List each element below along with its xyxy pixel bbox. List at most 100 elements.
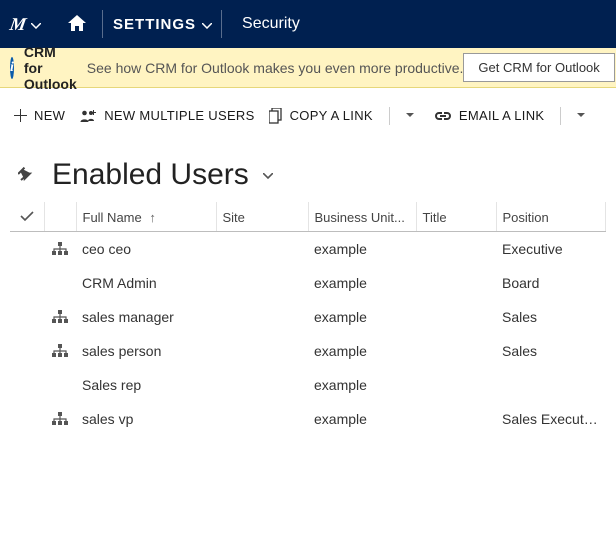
hierarchy-icon bbox=[50, 242, 70, 256]
page-title-row: Enabled Users bbox=[0, 144, 616, 202]
users-plus-icon bbox=[79, 109, 97, 123]
hierarchy-icon bbox=[50, 412, 70, 426]
site-header-label: Site bbox=[223, 210, 245, 225]
title-cell bbox=[416, 334, 496, 368]
select-all-header[interactable] bbox=[10, 202, 44, 232]
title-cell bbox=[416, 368, 496, 402]
new-label: NEW bbox=[34, 108, 65, 123]
row-checkbox-cell[interactable] bbox=[10, 266, 44, 300]
copy-icon bbox=[269, 108, 283, 124]
chevron-down-icon bbox=[263, 173, 273, 180]
new-multiple-label: NEW MULTIPLE USERS bbox=[104, 108, 254, 123]
position-cell: Sales Executives bbox=[496, 402, 606, 436]
link-icon bbox=[434, 111, 452, 121]
view-dropdown[interactable] bbox=[263, 167, 273, 183]
business-unit-cell: example bbox=[308, 402, 416, 436]
full-name-header-label: Full Name bbox=[83, 210, 142, 225]
email-link-label: EMAIL A LINK bbox=[459, 108, 545, 123]
hierarchy-icon bbox=[50, 344, 70, 358]
row-hierarchy-cell[interactable] bbox=[44, 266, 76, 300]
row-hierarchy-cell[interactable] bbox=[44, 232, 76, 267]
new-button[interactable]: NEW bbox=[14, 108, 65, 123]
new-multiple-users-button[interactable]: NEW MULTIPLE USERS bbox=[79, 108, 254, 123]
command-bar: NEW NEW MULTIPLE USERS COPY A LINK bbox=[0, 88, 616, 144]
chevron-down-icon bbox=[202, 16, 212, 32]
nav-settings-label: SETTINGS bbox=[113, 16, 196, 33]
position-cell: Sales bbox=[496, 334, 606, 368]
pin-icon[interactable] bbox=[18, 164, 38, 187]
table-row[interactable]: Sales rep example bbox=[10, 368, 606, 402]
icon-column-header bbox=[44, 202, 76, 232]
table-row[interactable]: sales manager example Sales bbox=[10, 300, 606, 334]
full-name-cell[interactable]: Sales rep bbox=[76, 368, 216, 402]
business-unit-cell: example bbox=[308, 300, 416, 334]
copy-a-link-button[interactable]: COPY A LINK bbox=[269, 108, 373, 124]
row-hierarchy-cell[interactable] bbox=[44, 334, 76, 368]
nav-settings-segment[interactable]: SETTINGS bbox=[103, 0, 222, 48]
row-hierarchy-cell[interactable] bbox=[44, 402, 76, 436]
sort-ascending-icon: ↑ bbox=[149, 210, 156, 225]
business-unit-cell: example bbox=[308, 334, 416, 368]
nav-breadcrumb-label: Security bbox=[242, 15, 300, 33]
table-row[interactable]: ceo ceo example Executive bbox=[10, 232, 606, 267]
plus-icon bbox=[14, 109, 27, 122]
title-cell bbox=[416, 300, 496, 334]
full-name-cell[interactable]: ceo ceo bbox=[76, 232, 216, 267]
position-cell bbox=[496, 368, 606, 402]
business-unit-cell: example bbox=[308, 368, 416, 402]
copy-link-dropdown[interactable] bbox=[406, 113, 414, 118]
full-name-cell[interactable]: sales manager bbox=[76, 300, 216, 334]
caret-down-icon bbox=[406, 113, 414, 118]
row-checkbox-cell[interactable] bbox=[10, 300, 44, 334]
business-unit-column-header[interactable]: Business Unit... bbox=[308, 202, 416, 232]
command-separator bbox=[389, 107, 390, 125]
full-name-cell[interactable]: sales vp bbox=[76, 402, 216, 436]
nav-logo-segment[interactable]: M bbox=[0, 0, 51, 48]
nav-breadcrumb-segment[interactable]: Security bbox=[222, 0, 310, 48]
title-cell bbox=[416, 402, 496, 436]
site-cell bbox=[216, 266, 308, 300]
info-bar-text: See how CRM for Outlook makes you even m… bbox=[87, 60, 464, 76]
nav-home-segment[interactable] bbox=[51, 0, 103, 48]
row-checkbox-cell[interactable] bbox=[10, 402, 44, 436]
table-row[interactable]: sales person example Sales bbox=[10, 334, 606, 368]
full-name-cell[interactable]: sales person bbox=[76, 334, 216, 368]
home-icon bbox=[67, 14, 87, 35]
table-row[interactable]: sales vp example Sales Executives bbox=[10, 402, 606, 436]
title-column-header[interactable]: Title bbox=[416, 202, 496, 232]
get-crm-outlook-button[interactable]: Get CRM for Outlook bbox=[463, 53, 614, 82]
column-header-row: Full Name ↑ Site Business Unit... Title … bbox=[10, 202, 606, 232]
title-cell bbox=[416, 266, 496, 300]
email-link-dropdown[interactable] bbox=[577, 113, 585, 118]
row-checkbox-cell[interactable] bbox=[10, 368, 44, 402]
title-cell bbox=[416, 232, 496, 267]
page-title: Enabled Users bbox=[52, 158, 249, 192]
command-separator bbox=[560, 107, 561, 125]
hierarchy-icon bbox=[50, 310, 70, 324]
users-grid: Full Name ↑ Site Business Unit... Title … bbox=[0, 202, 616, 436]
row-hierarchy-cell[interactable] bbox=[44, 300, 76, 334]
chevron-down-icon bbox=[31, 16, 41, 32]
top-navbar: M SETTINGS Security bbox=[0, 0, 616, 48]
email-a-link-button[interactable]: EMAIL A LINK bbox=[434, 108, 545, 123]
info-bar-title: CRM for Outlook bbox=[24, 44, 77, 92]
site-column-header[interactable]: Site bbox=[216, 202, 308, 232]
caret-down-icon bbox=[577, 113, 585, 118]
site-cell bbox=[216, 232, 308, 267]
full-name-column-header[interactable]: Full Name ↑ bbox=[76, 202, 216, 232]
row-checkbox-cell[interactable] bbox=[10, 232, 44, 267]
row-hierarchy-cell[interactable] bbox=[44, 368, 76, 402]
dynamics-logo-icon: M bbox=[8, 14, 27, 35]
site-cell bbox=[216, 300, 308, 334]
info-icon: i bbox=[10, 57, 14, 79]
row-checkbox-cell[interactable] bbox=[10, 334, 44, 368]
business-unit-header-label: Business Unit... bbox=[315, 210, 405, 225]
table-row[interactable]: CRM Admin example Board bbox=[10, 266, 606, 300]
full-name-cell[interactable]: CRM Admin bbox=[76, 266, 216, 300]
business-unit-cell: example bbox=[308, 266, 416, 300]
position-cell: Board bbox=[496, 266, 606, 300]
title-header-label: Title bbox=[423, 210, 447, 225]
business-unit-cell: example bbox=[308, 232, 416, 267]
outlook-info-bar: i CRM for Outlook See how CRM for Outloo… bbox=[0, 48, 616, 88]
position-column-header[interactable]: Position bbox=[496, 202, 606, 232]
